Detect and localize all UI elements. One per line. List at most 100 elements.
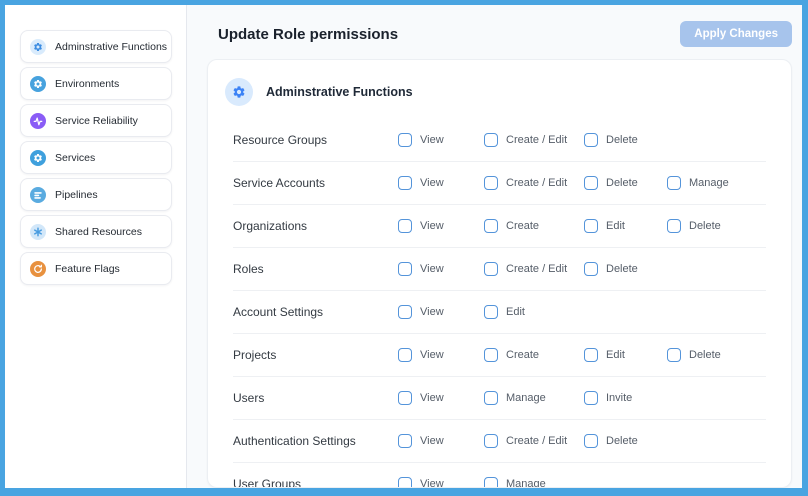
permission-option[interactable]: View bbox=[398, 477, 484, 488]
checkbox[interactable] bbox=[584, 434, 598, 448]
permission-label: Delete bbox=[606, 263, 638, 275]
permission-option[interactable]: View bbox=[398, 434, 484, 448]
checkbox[interactable] bbox=[484, 391, 498, 405]
permission-label: Create bbox=[506, 220, 539, 232]
permission-option[interactable]: Create / Edit bbox=[484, 434, 584, 448]
apply-changes-button[interactable]: Apply Changes bbox=[680, 21, 792, 47]
checkbox[interactable] bbox=[484, 176, 498, 190]
sidebar-item-feature-flags[interactable]: Feature Flags bbox=[20, 252, 172, 285]
checkbox[interactable] bbox=[667, 176, 681, 190]
permission-option[interactable]: Create bbox=[484, 219, 584, 233]
permission-label: View bbox=[420, 478, 444, 488]
sidebar-item-label: Service Reliability bbox=[55, 115, 138, 127]
checkbox[interactable] bbox=[398, 262, 412, 276]
permission-label: Manage bbox=[689, 177, 729, 189]
permission-label: Edit bbox=[506, 306, 525, 318]
permission-option[interactable]: Delete bbox=[584, 133, 667, 147]
permission-option[interactable]: Create bbox=[484, 348, 584, 362]
checkbox[interactable] bbox=[398, 133, 412, 147]
sidebar-item-services[interactable]: Services bbox=[20, 141, 172, 174]
permission-label: View bbox=[420, 134, 444, 146]
permission-row-projects: ProjectsViewCreateEdit Delete bbox=[233, 333, 766, 376]
permission-option[interactable]: View bbox=[398, 391, 484, 405]
permission-option[interactable]: View bbox=[398, 262, 484, 276]
sidebar-item-service-reliability[interactable]: Service Reliability bbox=[20, 104, 172, 137]
checkbox[interactable] bbox=[398, 391, 412, 405]
page-title: Update Role permissions bbox=[218, 26, 398, 43]
checkbox[interactable] bbox=[667, 219, 681, 233]
permission-option[interactable]: Create / Edit bbox=[484, 176, 584, 190]
checkbox[interactable] bbox=[667, 348, 681, 362]
permission-row-account-settings: Account SettingsViewEdit bbox=[233, 290, 766, 333]
sidebar-item-pipelines[interactable]: Pipelines bbox=[20, 178, 172, 211]
panel-header: Adminstrative Functions bbox=[208, 60, 791, 118]
resource-label: Users bbox=[233, 391, 398, 405]
permission-option[interactable]: View bbox=[398, 219, 484, 233]
permission-option[interactable]: View bbox=[398, 133, 484, 147]
resource-label: Roles bbox=[233, 262, 398, 276]
permission-label: Manage bbox=[506, 392, 546, 404]
checkbox[interactable] bbox=[398, 219, 412, 233]
checkbox[interactable] bbox=[484, 305, 498, 319]
sidebar-item-label: Feature Flags bbox=[55, 263, 120, 275]
permission-label: Delete bbox=[606, 134, 638, 146]
gear-icon bbox=[30, 150, 46, 166]
gear-icon bbox=[30, 39, 46, 55]
permission-option[interactable]: Delete bbox=[584, 176, 667, 190]
checkbox[interactable] bbox=[584, 391, 598, 405]
checkbox[interactable] bbox=[398, 305, 412, 319]
permission-option[interactable]: Edit bbox=[484, 305, 584, 319]
permission-label: Delete bbox=[689, 220, 721, 232]
permission-option[interactable]: View bbox=[398, 176, 484, 190]
refresh-icon bbox=[30, 261, 46, 277]
permission-option[interactable]: Delete bbox=[584, 262, 667, 276]
checkbox[interactable] bbox=[398, 176, 412, 190]
checkbox[interactable] bbox=[484, 262, 498, 276]
checkbox[interactable] bbox=[584, 176, 598, 190]
sidebar-item-environments[interactable]: Environments bbox=[20, 67, 172, 100]
permission-row-users: UsersView Manage Invite bbox=[233, 376, 766, 419]
checkbox[interactable] bbox=[484, 133, 498, 147]
permission-row-authentication-settings: Authentication SettingsViewCreate / Edit… bbox=[233, 419, 766, 462]
checkbox[interactable] bbox=[398, 434, 412, 448]
permission-option[interactable]: View bbox=[398, 305, 484, 319]
gear-icon bbox=[225, 78, 253, 106]
permission-option[interactable]: Invite bbox=[584, 391, 667, 405]
permission-label: Delete bbox=[606, 435, 638, 447]
permission-option[interactable]: Create / Edit bbox=[484, 133, 584, 147]
checkbox[interactable] bbox=[484, 434, 498, 448]
pulse-icon bbox=[30, 113, 46, 129]
resource-label: Organizations bbox=[233, 219, 398, 233]
permission-option[interactable]: Manage bbox=[667, 176, 766, 190]
permission-option[interactable]: Edit bbox=[584, 219, 667, 233]
permission-option[interactable]: Delete bbox=[667, 348, 766, 362]
sidebar-item-adminstrative-functions[interactable]: Adminstrative Functions bbox=[20, 30, 172, 63]
permission-option[interactable]: Manage bbox=[484, 477, 584, 488]
permission-row-service-accounts: Service Accounts View Create / EditDelete M… bbox=[233, 161, 766, 204]
checkbox[interactable] bbox=[584, 133, 598, 147]
checkbox[interactable] bbox=[584, 262, 598, 276]
sidebar-item-shared-resources[interactable]: Shared Resources bbox=[20, 215, 172, 248]
checkbox[interactable] bbox=[584, 219, 598, 233]
sidebar-list: Adminstrative Functions Environments Servi… bbox=[20, 30, 172, 285]
permission-label: Create / Edit bbox=[506, 263, 567, 275]
permission-option[interactable]: Manage bbox=[484, 391, 584, 405]
sidebar-item-label: Adminstrative Functions bbox=[55, 41, 167, 53]
permission-label: Delete bbox=[689, 349, 721, 361]
checkbox[interactable] bbox=[398, 477, 412, 488]
permission-option[interactable]: Delete bbox=[667, 219, 766, 233]
permission-option[interactable]: View bbox=[398, 348, 484, 362]
sidebar-item-label: Services bbox=[55, 152, 95, 164]
checkbox[interactable] bbox=[398, 348, 412, 362]
permission-label: Create / Edit bbox=[506, 435, 567, 447]
resource-label: Service Accounts bbox=[233, 176, 398, 190]
checkbox[interactable] bbox=[484, 477, 498, 488]
checkbox[interactable] bbox=[484, 348, 498, 362]
permission-option[interactable]: Create / Edit bbox=[484, 262, 584, 276]
resource-label: Projects bbox=[233, 348, 398, 362]
checkbox[interactable] bbox=[484, 219, 498, 233]
permission-label: View bbox=[420, 177, 444, 189]
permission-option[interactable]: Delete bbox=[584, 434, 667, 448]
permission-option[interactable]: Edit bbox=[584, 348, 667, 362]
checkbox[interactable] bbox=[584, 348, 598, 362]
